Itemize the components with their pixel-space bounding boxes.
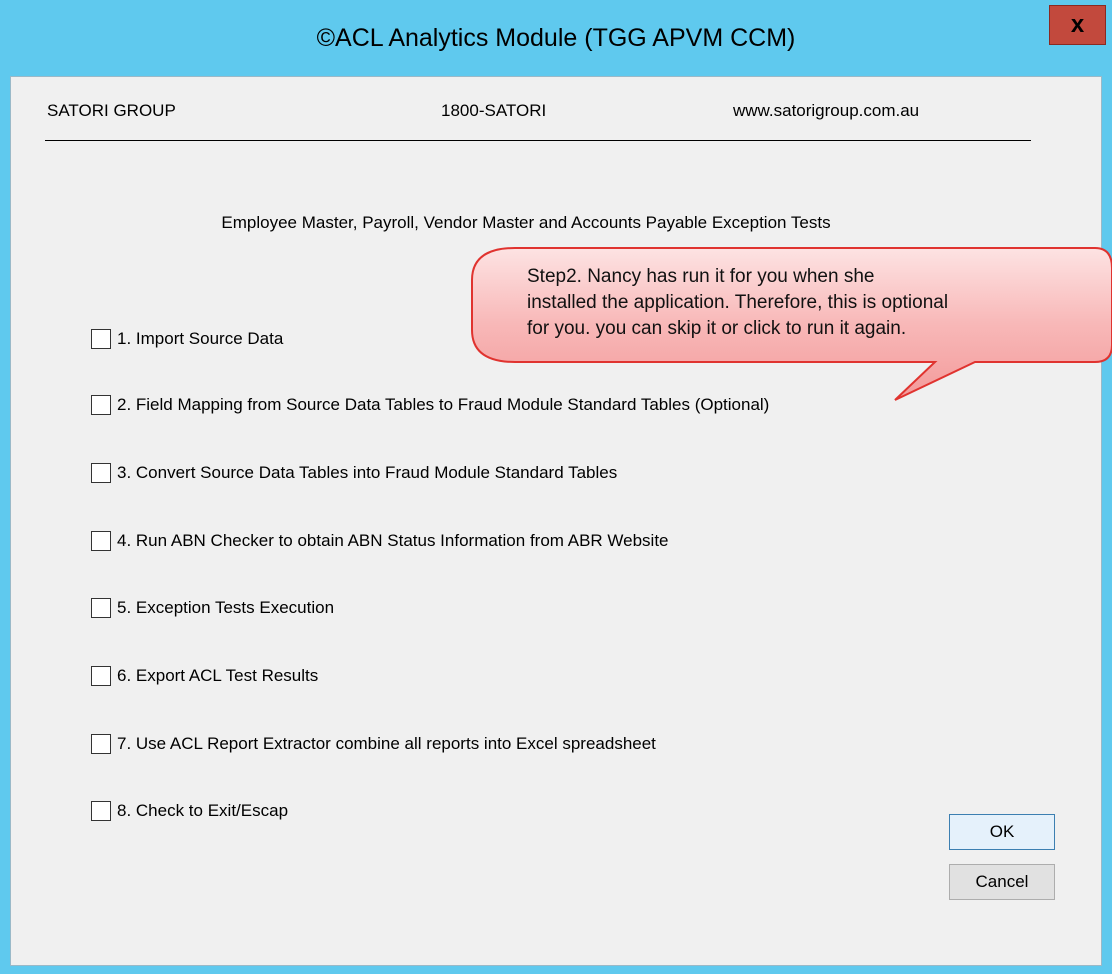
option-label: 8. Check to Exit/Escap xyxy=(117,801,289,820)
title-bar[interactable]: ©ACL Analytics Module (TGG APVM CCM) x xyxy=(0,0,1112,80)
option-exception-tests[interactable]: 5. Exception Tests Execution xyxy=(91,598,334,618)
option-label: 3. Convert Source Data Tables into Fraud… xyxy=(117,463,618,482)
option-label: 2. Field Mapping from Source Data Tables… xyxy=(117,395,770,414)
checkbox[interactable] xyxy=(91,329,111,349)
callout-text: Step2. Nancy has run it for you when she… xyxy=(527,264,1107,342)
option-label: 4. Run ABN Checker to obtain ABN Status … xyxy=(117,531,669,550)
company-phone: 1800-SATORI xyxy=(441,101,547,120)
checkbox[interactable] xyxy=(91,531,111,551)
option-label: 1. Import Source Data xyxy=(117,329,284,348)
checkbox[interactable] xyxy=(91,395,111,415)
checkbox[interactable] xyxy=(91,734,111,754)
dialog-body: SATORI GROUP 1800-SATORI www.satorigroup… xyxy=(10,76,1102,966)
checkbox[interactable] xyxy=(91,801,111,821)
callout-line: Step2. Nancy has run it for you when she xyxy=(527,266,875,287)
ok-button[interactable]: OK xyxy=(949,814,1055,850)
dialog-subtitle: Employee Master, Payroll, Vendor Master … xyxy=(221,213,831,232)
option-convert-tables[interactable]: 3. Convert Source Data Tables into Fraud… xyxy=(91,463,617,483)
callout-line: installed the application. Therefore, th… xyxy=(527,292,949,313)
option-label: 6. Export ACL Test Results xyxy=(117,666,319,685)
option-export-results[interactable]: 6. Export ACL Test Results xyxy=(91,666,318,686)
option-label: 5. Exception Tests Execution xyxy=(117,598,335,617)
checkbox[interactable] xyxy=(91,666,111,686)
company-name: SATORI GROUP xyxy=(47,101,176,120)
option-exit[interactable]: 8. Check to Exit/Escap xyxy=(91,801,288,821)
close-button[interactable]: x xyxy=(1049,5,1106,45)
company-website: www.satorigroup.com.au xyxy=(733,101,920,120)
checkbox[interactable] xyxy=(91,463,111,483)
option-abn-checker[interactable]: 4. Run ABN Checker to obtain ABN Status … xyxy=(91,531,669,551)
callout-line: for you. you can skip it or click to run… xyxy=(527,318,907,339)
option-label: 7. Use ACL Report Extractor combine all … xyxy=(117,734,656,753)
option-import-source-data[interactable]: 1. Import Source Data xyxy=(91,329,283,349)
header-divider xyxy=(45,140,1031,141)
dialog-window: ©ACL Analytics Module (TGG APVM CCM) x S… xyxy=(0,0,1112,974)
cancel-button[interactable]: Cancel xyxy=(949,864,1055,900)
checkbox[interactable] xyxy=(91,598,111,618)
option-field-mapping[interactable]: 2. Field Mapping from Source Data Tables… xyxy=(91,395,769,415)
window-title: ©ACL Analytics Module (TGG APVM CCM) xyxy=(316,24,796,52)
option-report-extractor[interactable]: 7. Use ACL Report Extractor combine all … xyxy=(91,734,656,754)
